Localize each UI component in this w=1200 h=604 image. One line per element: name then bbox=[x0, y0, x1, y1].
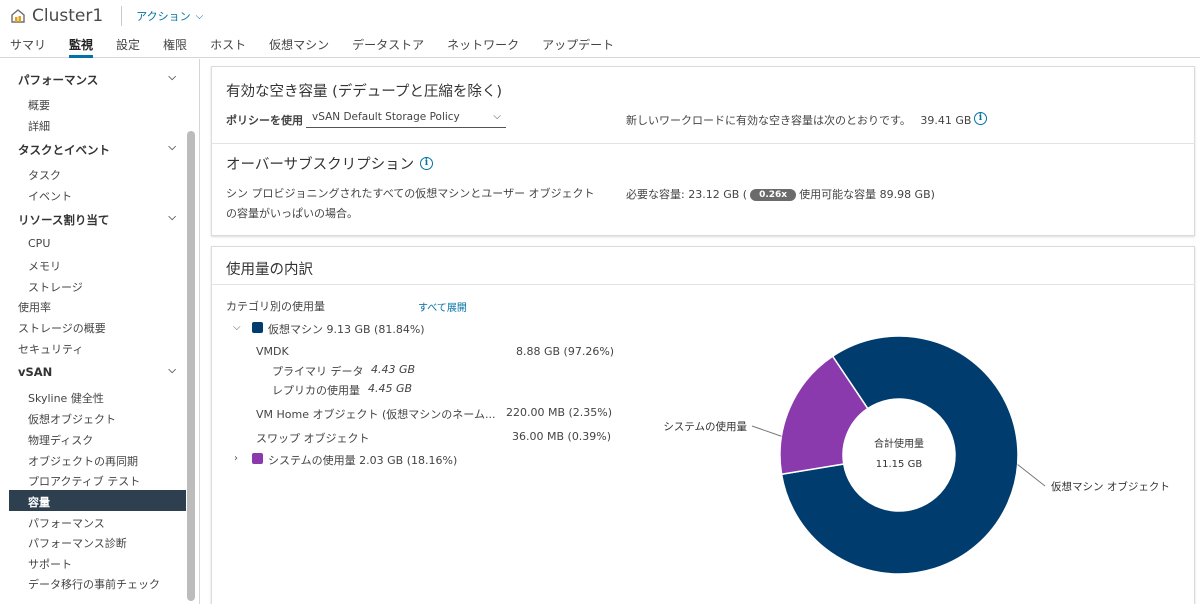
tab-1[interactable]: 監視 bbox=[69, 36, 94, 58]
sidebar-scrollbar[interactable] bbox=[187, 131, 195, 601]
tab-8[interactable]: アップデート bbox=[542, 36, 614, 58]
sidebar-item-security[interactable]: セキュリティ bbox=[18, 341, 83, 357]
info-icon[interactable]: i bbox=[974, 112, 987, 125]
vm-home-value: 220.00 MB (2.35%) bbox=[506, 406, 613, 419]
system-usage-row: システムの使用量 2.03 GB (18.16%) bbox=[268, 454, 458, 467]
chevron-down-icon: ⌵ bbox=[493, 111, 501, 122]
tab-5[interactable]: 仮想マシン bbox=[269, 36, 329, 58]
tab-7[interactable]: ネットワーク bbox=[447, 36, 519, 58]
sidebar-item-storage[interactable]: ストレージ bbox=[28, 279, 83, 295]
card-divider bbox=[211, 284, 1195, 285]
leader-line-vm bbox=[1017, 464, 1046, 487]
sidebar-item-physical-disks[interactable]: 物理ディスク bbox=[28, 432, 93, 448]
actions-menu[interactable]: アクション ⌵ bbox=[136, 8, 203, 24]
vm-home-label: VM Home オブジェクト (仮想マシンのネーム... bbox=[256, 408, 496, 421]
chevron-down-icon: ⌵ bbox=[168, 212, 176, 223]
vm-color-swatch bbox=[252, 322, 263, 333]
title-row: Cluster1 アクション ⌵ bbox=[10, 4, 203, 28]
policy-select[interactable]: vSAN Default Storage Policy ⌵ bbox=[306, 108, 506, 128]
required-capacity: 必要な容量: 23.12 GB ( bbox=[626, 188, 748, 201]
sidebar-item-proactive[interactable]: プロアクティブ テスト bbox=[28, 473, 140, 489]
usage-donut-chart: システムの使用量仮想マシン オブジェクト 合計使用量 11.15 GB bbox=[663, 335, 1170, 575]
card-divider bbox=[211, 143, 1195, 144]
sidebar-item-resync[interactable]: オブジェクトの再同期 bbox=[28, 453, 138, 469]
sidebar-item-cpu[interactable]: CPU bbox=[28, 237, 50, 250]
title-divider bbox=[121, 6, 123, 26]
oversubscription-title: オーバーサブスクリプション bbox=[226, 157, 415, 173]
sidebar-group-vsan[interactable]: vSAN ⌵ bbox=[18, 365, 180, 379]
free-capacity-desc: 新しいワークロードに有効な空き容量は次のとおりです。 39.41 GB bbox=[626, 112, 971, 128]
tab-3[interactable]: 権限 bbox=[163, 36, 187, 58]
sidebar-item-capacity-label: 容量 bbox=[28, 496, 50, 509]
free-capacity-desc-text: 新しいワークロードに有効な空き容量は次のとおりです。 bbox=[626, 114, 911, 127]
sidebar-item-perf-detail[interactable]: 詳細 bbox=[28, 118, 50, 134]
oversubscription-desc-line1: シン プロビジョニングされたすべての仮想マシンとユーザー オブジェクト bbox=[226, 187, 595, 200]
header: Cluster1 アクション ⌵ サマリ 監視 設定 権限 ホスト 仮想マシン データストア… bbox=[0, 0, 1200, 58]
chart-center-label: 合計使用量 bbox=[874, 437, 924, 450]
chevron-down-icon: ⌵ bbox=[168, 72, 176, 83]
swap-label: スワップ オブジェクト bbox=[256, 432, 370, 445]
sidebar-item-utilization[interactable]: 使用率 bbox=[18, 299, 51, 315]
usage-title: 使用量の内訳 bbox=[226, 262, 313, 278]
primary-data-label: プライマリ データ bbox=[272, 365, 364, 378]
actions-label: アクション bbox=[136, 10, 191, 23]
oversubscription-values: 必要な容量: 23.12 GB (0.26x 使用可能な容量 89.98 GB) bbox=[626, 186, 935, 202]
sidebar-item-migration-check[interactable]: データ移行の事前チェック bbox=[28, 576, 160, 592]
free-capacity-title: 有効な空き容量 (デデュープと圧縮を除く) bbox=[226, 84, 503, 100]
primary-data-value: 4.43 GB bbox=[371, 363, 416, 376]
sidebar-group-resources[interactable]: リソース割り当て ⌵ bbox=[18, 212, 180, 228]
sidebar-group-performance[interactable]: パフォーマンス ⌵ bbox=[18, 72, 180, 88]
sidebar-group-label: タスクとイベント bbox=[18, 143, 110, 157]
chevron-down-icon[interactable]: ⌵ bbox=[233, 322, 241, 333]
sidebar-item-perf-overview[interactable]: 概要 bbox=[28, 97, 50, 113]
replica-label: レプリカの使用量 bbox=[272, 384, 360, 397]
sidebar: パフォーマンス ⌵ 概要 詳細 タスクとイベント ⌵ タスク イベント リソース割り… bbox=[0, 59, 200, 604]
chevron-right-icon[interactable]: › bbox=[234, 453, 238, 464]
tab-0[interactable]: サマリ bbox=[10, 36, 46, 58]
chevron-down-icon: ⌵ bbox=[195, 10, 204, 22]
chevron-down-icon: ⌵ bbox=[168, 365, 176, 376]
sidebar-item-perf-diagnostics[interactable]: パフォーマンス診断 bbox=[28, 535, 127, 551]
pie-label-system: システムの使用量 bbox=[663, 420, 747, 433]
info-icon[interactable]: i bbox=[420, 157, 433, 170]
sidebar-item-memory[interactable]: メモリ bbox=[28, 258, 61, 274]
vmdk-value: 8.88 GB (97.26%) bbox=[516, 345, 615, 358]
replica-value: 4.45 GB bbox=[368, 382, 413, 395]
sidebar-group-label: リソース割り当て bbox=[18, 213, 110, 227]
sidebar-group-label: vSAN bbox=[18, 365, 53, 379]
tab-bar: サマリ 監視 設定 権限 ホスト 仮想マシン データストア ネットワーク アップデート bbox=[10, 36, 637, 58]
expand-all-link[interactable]: すべて展開 bbox=[418, 299, 467, 314]
cluster-icon bbox=[11, 9, 25, 23]
policy-label: ポリシーを使用 bbox=[226, 114, 303, 127]
sidebar-item-virtual-objects[interactable]: 仮想オブジェクト bbox=[28, 411, 116, 427]
oversubscription-desc-line2: の容量がいっぱいの場合。 bbox=[226, 207, 358, 220]
tab-6[interactable]: データストア bbox=[352, 36, 424, 58]
sidebar-item-events[interactable]: イベント bbox=[28, 188, 72, 204]
sidebar-group-tasks[interactable]: タスクとイベント ⌵ bbox=[18, 142, 180, 158]
sidebar-item-vsan-performance[interactable]: パフォーマンス bbox=[28, 515, 105, 531]
vm-usage-row: 仮想マシン 9.13 GB (81.84%) bbox=[268, 323, 425, 336]
sidebar-item-tasks[interactable]: タスク bbox=[28, 167, 61, 183]
tab-4[interactable]: ホスト bbox=[210, 36, 246, 58]
vmdk-label: VMDK bbox=[256, 345, 289, 358]
sidebar-item-support[interactable]: サポート bbox=[28, 556, 72, 572]
policy-select-value: vSAN Default Storage Policy bbox=[312, 111, 460, 123]
swap-value: 36.00 MB (0.39%) bbox=[512, 430, 612, 443]
chart-center-value: 11.15 GB bbox=[876, 459, 923, 470]
chevron-down-icon: ⌵ bbox=[168, 142, 176, 153]
sidebar-item-skyline[interactable]: Skyline 健全性 bbox=[28, 390, 104, 406]
sidebar-group-label: パフォーマンス bbox=[18, 73, 99, 87]
system-color-swatch bbox=[252, 453, 263, 464]
leader-line-system bbox=[751, 425, 782, 437]
free-capacity-value: 39.41 GB bbox=[920, 114, 972, 127]
page-title: Cluster1 bbox=[32, 6, 104, 26]
pie-label-vm: 仮想マシン オブジェクト bbox=[1051, 480, 1170, 493]
ratio-badge: 0.26x bbox=[750, 189, 797, 201]
available-capacity: 使用可能な容量 89.98 GB) bbox=[799, 188, 935, 201]
sidebar-item-storage-overview[interactable]: ストレージの概要 bbox=[18, 320, 106, 336]
tab-2[interactable]: 設定 bbox=[116, 36, 140, 58]
category-label: カテゴリ別の使用量 bbox=[226, 300, 325, 313]
